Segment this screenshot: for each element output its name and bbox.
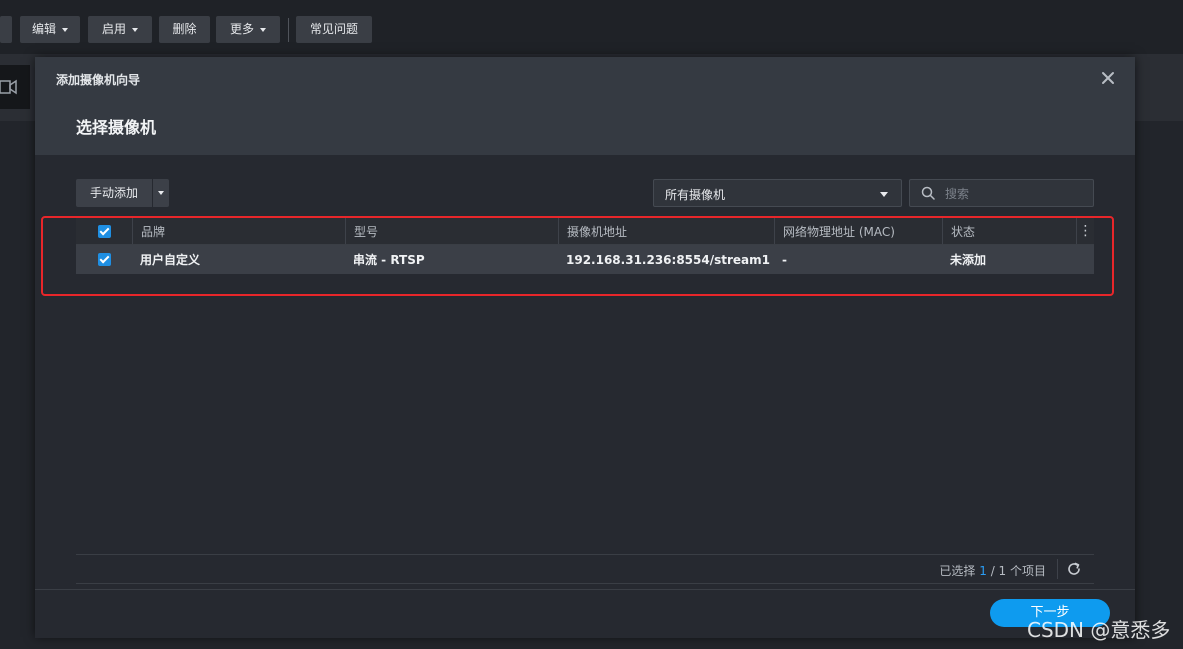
dialog-header: 添加摄像机向导 选择摄像机	[35, 57, 1135, 155]
edit-button[interactable]: 编辑	[20, 16, 80, 43]
search-icon	[921, 186, 935, 200]
selection-suffix: / 1 个项目	[986, 564, 1046, 578]
toolbar-button-partial[interactable]	[0, 16, 12, 43]
step-title: 选择摄像机	[76, 118, 157, 137]
footer-divider	[76, 554, 1094, 555]
footer-divider-bottom	[76, 583, 1094, 584]
row-checkbox[interactable]	[97, 253, 111, 266]
camera-thumbnail	[0, 65, 30, 109]
dialog-window-title: 添加摄像机向导	[56, 73, 141, 87]
close-icon[interactable]	[1101, 71, 1115, 85]
select-all-cell[interactable]	[76, 218, 132, 244]
camera-filter-select[interactable]: 所有摄像机	[653, 179, 902, 207]
delete-button[interactable]: 删除	[159, 16, 210, 43]
manual-add-button[interactable]: 手动添加	[76, 179, 152, 207]
column-header-address[interactable]: 摄像机地址	[558, 218, 774, 244]
search-box[interactable]	[909, 179, 1094, 207]
background-toolbar: 编辑 启用 删除 更多 常见问题	[0, 0, 1183, 54]
video-camera-icon	[0, 79, 17, 95]
watermark: CSDN @意悉多	[1027, 618, 1171, 642]
camera-table: 品牌 型号 摄像机地址 网络物理地址 (MAC) 状态 ⋮ 用户自定义 串流 -…	[76, 218, 1094, 274]
row-mac: -	[782, 252, 787, 267]
column-header-brand[interactable]: 品牌	[132, 218, 345, 244]
row-address: 192.168.31.236:8554/stream1	[566, 252, 770, 267]
chevron-down-icon	[880, 192, 888, 197]
faq-button[interactable]: 常见问题	[296, 16, 372, 43]
table-header: 品牌 型号 摄像机地址 网络物理地址 (MAC) 状态 ⋮	[76, 218, 1094, 245]
table-row[interactable]: 用户自定义 串流 - RTSP 192.168.31.236:8554/stre…	[76, 245, 1094, 274]
selection-prefix: 已选择	[939, 564, 980, 578]
delete-button-label: 删除	[172, 22, 197, 36]
column-header-mac[interactable]: 网络物理地址 (MAC)	[774, 218, 942, 244]
chevron-down-icon	[260, 27, 266, 32]
refresh-icon[interactable]	[1066, 561, 1082, 577]
footer-separator	[1057, 559, 1058, 579]
add-camera-wizard-dialog: 添加摄像机向导 选择摄像机 手动添加 所有摄像机 品牌 型号 摄像机地址 网络物…	[35, 57, 1135, 638]
row-model: 串流 - RTSP	[353, 253, 425, 267]
select-all-checkbox[interactable]	[97, 224, 111, 238]
row-select-cell[interactable]	[76, 245, 132, 274]
selection-count: 1	[979, 564, 987, 578]
selection-status: 已选择 1 / 1 个项目	[939, 562, 1046, 579]
manual-add-dropdown-button[interactable]	[153, 179, 169, 207]
faq-button-label: 常见问题	[309, 22, 358, 36]
edit-button-label: 编辑	[31, 22, 56, 36]
chevron-down-icon	[132, 27, 138, 32]
column-header-model[interactable]: 型号	[345, 218, 558, 244]
chevron-down-icon	[158, 191, 164, 195]
search-input[interactable]	[943, 184, 1087, 204]
row-brand: 用户自定义	[140, 253, 201, 267]
row-status: 未添加	[950, 253, 987, 267]
chevron-down-icon	[62, 27, 68, 32]
column-menu-icon[interactable]: ⋮	[1076, 218, 1094, 244]
enable-button[interactable]: 启用	[88, 16, 152, 43]
more-button[interactable]: 更多	[216, 16, 280, 43]
column-header-status[interactable]: 状态	[942, 218, 1077, 244]
more-button-label: 更多	[229, 22, 254, 36]
enable-button-label: 启用	[101, 22, 126, 36]
dialog-footer	[35, 589, 1135, 638]
toolbar-divider	[288, 18, 289, 42]
camera-filter-value: 所有摄像机	[665, 188, 726, 202]
